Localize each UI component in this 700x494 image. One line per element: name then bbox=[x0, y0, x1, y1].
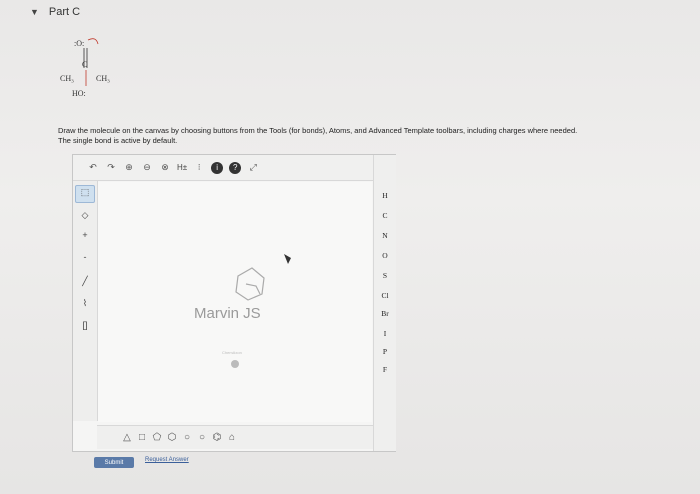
atom-o[interactable]: O bbox=[374, 251, 396, 260]
marvin-logo-icon bbox=[235, 267, 265, 301]
marvin-editor: ↶ ↷ ⊕ ⊖ ⊗ H± ⁝ i ? ⤢ ⬚ ◇ + - ╱ ⌇ [] Marv… bbox=[72, 154, 396, 452]
pentagon-template-icon[interactable]: ⬠ bbox=[151, 432, 163, 443]
chain-tool-icon[interactable]: ⌇ bbox=[79, 297, 91, 309]
octagon-template-icon[interactable]: ○ bbox=[196, 432, 208, 443]
instructions-line-2: The single bond is active by default. bbox=[58, 136, 178, 145]
hexagon-template-icon[interactable]: ⬡ bbox=[166, 432, 178, 443]
top-toolbar: ↶ ↷ ⊕ ⊖ ⊗ H± ⁝ i ? ⤢ bbox=[73, 155, 373, 181]
top-oxygen: :O: bbox=[74, 39, 84, 48]
benzene-template-icon[interactable]: ⌬ bbox=[211, 432, 223, 443]
submit-button[interactable]: Submit bbox=[94, 457, 134, 468]
atom-n[interactable]: N bbox=[374, 231, 396, 240]
charge-minus-icon[interactable]: - bbox=[79, 251, 91, 263]
expand-icon[interactable]: ⤢ bbox=[247, 162, 259, 174]
undo-icon[interactable]: ↶ bbox=[87, 162, 99, 174]
chemaxon-label: ChemAxon bbox=[222, 350, 242, 355]
atom-s[interactable]: S bbox=[374, 271, 396, 280]
marvin-watermark bbox=[231, 254, 291, 368]
charge-plus-icon[interactable]: + bbox=[79, 229, 91, 241]
marvin-watermark-text: Marvin JS bbox=[194, 305, 261, 322]
atom-cl[interactable]: Cl bbox=[374, 291, 396, 300]
right-methyl: CH₃ bbox=[96, 74, 110, 83]
info-icon[interactable]: i bbox=[211, 161, 224, 174]
atom-c[interactable]: C bbox=[374, 211, 396, 220]
left-methyl: CH₃ bbox=[60, 74, 74, 83]
instructions: Draw the molecule on the canvas by choos… bbox=[58, 126, 688, 146]
atom-br[interactable]: Br bbox=[374, 309, 396, 318]
atom-i[interactable]: I bbox=[374, 329, 396, 338]
clean-icon[interactable]: ⊗ bbox=[159, 162, 171, 174]
heptagon-template-icon[interactable]: ○ bbox=[181, 432, 193, 443]
layout-icon[interactable]: ⁝ bbox=[193, 162, 205, 174]
cursor-arrow-icon bbox=[284, 254, 291, 264]
single-bond-icon[interactable]: ╱ bbox=[79, 275, 91, 287]
erase-tool-icon[interactable]: ◇ bbox=[79, 209, 91, 221]
help-icon[interactable]: ? bbox=[229, 161, 242, 174]
triangle-template-icon[interactable]: △ bbox=[121, 432, 133, 443]
hydrogens-toggle[interactable]: H± bbox=[177, 162, 187, 174]
atoms-toolbar: H C N O S Cl Br I P F bbox=[373, 155, 396, 451]
drawing-canvas[interactable]: Marvin JS ChemAxon bbox=[98, 182, 372, 422]
select-tool-icon[interactable]: ⬚ bbox=[75, 185, 95, 203]
hydroxyl-group: HO: bbox=[72, 89, 86, 98]
zoom-in-icon[interactable]: ⊕ bbox=[123, 162, 135, 174]
atom-f[interactable]: F bbox=[374, 365, 396, 374]
molecule-structure: :O: C CH₃ CH₃ HO: bbox=[60, 38, 110, 98]
part-header[interactable]: ▼ Part C bbox=[30, 6, 80, 18]
square-template-icon[interactable]: □ bbox=[136, 432, 148, 443]
zoom-out-icon[interactable]: ⊖ bbox=[141, 162, 153, 174]
arrow-curve-icon bbox=[87, 38, 99, 45]
templates-toolbar: △ □ ⬠ ⬡ ○ ○ ⌬ ⌂ bbox=[97, 425, 373, 449]
carbon-atom: C bbox=[82, 60, 87, 69]
part-title: Part C bbox=[48, 6, 81, 18]
chemaxon-logo-icon bbox=[231, 360, 239, 368]
custom-template-icon[interactable]: ⌂ bbox=[226, 432, 238, 443]
atom-p[interactable]: P bbox=[374, 347, 396, 356]
atom-h[interactable]: H bbox=[374, 191, 396, 200]
collapse-caret-icon[interactable]: ▼ bbox=[30, 7, 39, 17]
bracket-tool-icon[interactable]: [] bbox=[79, 319, 91, 331]
instructions-line-1: Draw the molecule on the canvas by choos… bbox=[58, 126, 578, 135]
redo-icon[interactable]: ↷ bbox=[105, 162, 117, 174]
request-answer-link[interactable]: Request Answer bbox=[145, 457, 189, 463]
left-toolbar: ⬚ ◇ + - ╱ ⌇ [] bbox=[73, 181, 98, 421]
